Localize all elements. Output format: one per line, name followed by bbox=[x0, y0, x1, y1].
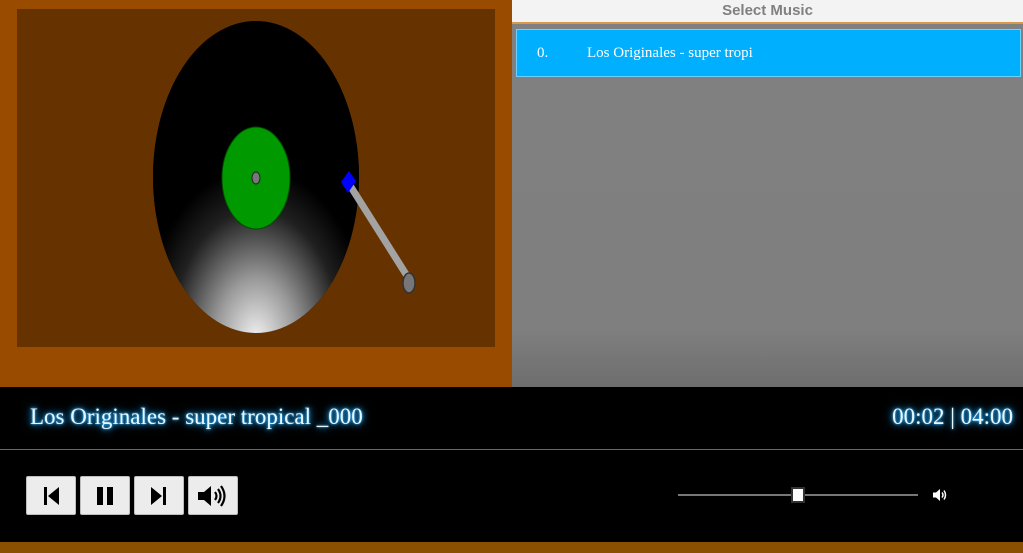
playlist-item-index: 0. bbox=[537, 45, 549, 61]
bottom-strip bbox=[0, 542, 1023, 553]
previous-track-button[interactable] bbox=[26, 476, 76, 515]
progress-thumb[interactable] bbox=[791, 487, 805, 503]
controls-bar bbox=[0, 450, 1023, 542]
track-title: Los Originales - super tropical _000 bbox=[30, 404, 363, 429]
volume-button[interactable] bbox=[188, 476, 238, 515]
volume-icon bbox=[198, 484, 226, 507]
volume-small-icon[interactable] bbox=[932, 488, 948, 502]
playlist-item-title: Los Originales - super tropi bbox=[587, 45, 753, 61]
tonearm-pivot bbox=[402, 272, 416, 294]
pause-icon bbox=[97, 486, 113, 505]
pause-button[interactable] bbox=[80, 476, 130, 515]
skip-next-icon bbox=[151, 486, 166, 505]
now-playing-bar: Los Originales - super tropical _000 00:… bbox=[0, 387, 1023, 450]
turntable-illustration bbox=[17, 9, 495, 347]
turntable-panel bbox=[0, 0, 512, 387]
next-track-button[interactable] bbox=[134, 476, 184, 515]
spindle bbox=[251, 171, 261, 185]
playlist-item[interactable]: 0. Los Originales - super tropi bbox=[516, 29, 1021, 77]
time-display: 00:02 | 04:00 bbox=[892, 404, 1013, 429]
playlist-panel: Select Music 0. Los Originales - super t… bbox=[512, 0, 1023, 387]
playlist-header: Select Music bbox=[512, 0, 1023, 24]
progress-slider[interactable] bbox=[678, 486, 918, 504]
skip-previous-icon bbox=[44, 486, 59, 505]
